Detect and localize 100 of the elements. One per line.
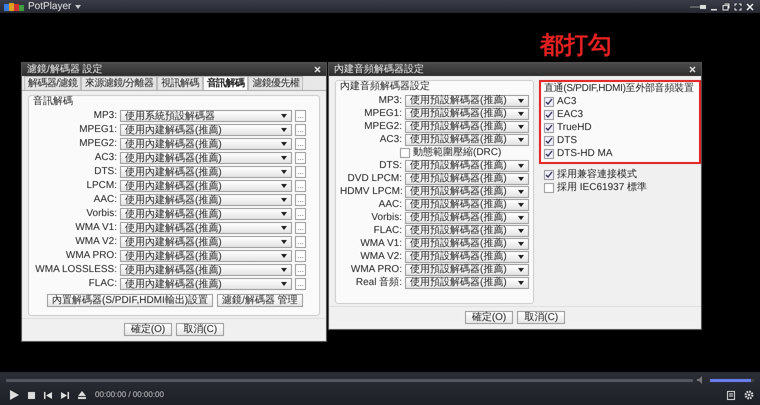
- field-label: MP3:: [92, 110, 117, 122]
- checkbox[interactable]: [544, 122, 554, 132]
- caret-icon: [281, 198, 287, 202]
- more-button[interactable]: ...: [295, 110, 306, 122]
- caret-icon: [281, 156, 287, 160]
- app-menu-title[interactable]: PotPlayer: [28, 0, 72, 12]
- dropdown[interactable]: 使用內建解碼器(推薦): [120, 180, 292, 192]
- tab[interactable]: 音訊解碼: [202, 76, 248, 90]
- next-icon[interactable]: [61, 392, 69, 398]
- dialog-button[interactable]: 確定(O): [124, 323, 172, 336]
- checkbox[interactable]: [544, 96, 554, 106]
- dropdown[interactable]: 使用預設解碼器(推薦): [405, 224, 529, 236]
- dropdown[interactable]: 使用預設解碼器(推薦): [405, 160, 529, 172]
- caret-icon: [281, 282, 287, 286]
- caret-icon: [281, 212, 287, 216]
- field-label: WMA V1:: [359, 238, 402, 250]
- checkbox[interactable]: [400, 148, 410, 158]
- close-icon[interactable]: [689, 66, 696, 73]
- tab[interactable]: 濾鏡優先權: [248, 76, 304, 90]
- more-button[interactable]: ...: [295, 124, 306, 136]
- checkbox[interactable]: [544, 148, 554, 158]
- checkbox-label: 動態範圍壓縮(DRC): [413, 146, 502, 158]
- close-icon[interactable]: [746, 2, 754, 10]
- dropdown[interactable]: 使用預設解碼器(推薦): [405, 250, 529, 262]
- dropdown[interactable]: 使用預設解碼器(推薦): [405, 172, 529, 184]
- dropdown[interactable]: 使用內建解碼器(推薦): [120, 124, 292, 136]
- playlist-icon[interactable]: [727, 390, 735, 400]
- field-label: WMA V1:: [74, 222, 117, 234]
- field-label: Real 音頻:: [354, 276, 402, 288]
- more-button[interactable]: ...: [295, 236, 306, 248]
- dropdown[interactable]: 使用內建解碼器(推薦): [120, 236, 292, 248]
- field-label: Vorbis:: [85, 208, 117, 220]
- more-button[interactable]: ...: [295, 278, 306, 290]
- checkbox-label: 採用兼容連接模式: [557, 168, 637, 180]
- settings-icon[interactable]: [744, 390, 754, 400]
- previous-icon[interactable]: [44, 392, 52, 398]
- group-title: 音訊解碼: [33, 96, 74, 108]
- dropdown[interactable]: 使用系統預設解碼器: [120, 110, 292, 122]
- more-button[interactable]: ...: [295, 152, 306, 164]
- dropdown[interactable]: 使用預設解碼器(推薦): [405, 238, 529, 250]
- field-label: FLAC:: [88, 278, 117, 290]
- caret-icon: [518, 176, 524, 180]
- checkbox[interactable]: [544, 110, 554, 120]
- fullscreen-icon[interactable]: [734, 2, 742, 10]
- tab[interactable]: 來源濾鏡/分離器: [81, 76, 158, 90]
- checkbox-label: EAC3: [557, 108, 584, 120]
- dropdown[interactable]: 使用內建解碼器(推薦): [120, 264, 292, 276]
- dropdown[interactable]: 使用內建解碼器(推薦): [120, 222, 292, 234]
- checkbox-label: DTS: [557, 134, 577, 146]
- dropdown[interactable]: 使用預設解碼器(推薦): [405, 264, 529, 276]
- more-button[interactable]: ...: [295, 250, 306, 262]
- tab[interactable]: 視訊解碼: [157, 76, 203, 90]
- dropdown[interactable]: 使用預設解碼器(推薦): [405, 120, 529, 132]
- field-label: DVD LPCM:: [346, 172, 402, 184]
- play-icon[interactable]: [10, 390, 19, 400]
- dropdown[interactable]: 使用預設解碼器(推薦): [405, 212, 529, 224]
- dropdown[interactable]: 使用內建解碼器(推薦): [120, 138, 292, 150]
- tab[interactable]: 解碼器/濾鏡: [24, 76, 82, 90]
- close-icon[interactable]: [314, 66, 321, 73]
- stop-icon[interactable]: [28, 392, 35, 398]
- caret-icon: [518, 280, 524, 284]
- settings-button[interactable]: 內置解碼器(S/PDIF,HDMI輸出)設置: [47, 294, 214, 307]
- dropdown[interactable]: 使用內建解碼器(推薦): [120, 166, 292, 178]
- caret-icon: [518, 164, 524, 168]
- more-button[interactable]: ...: [295, 180, 306, 192]
- dropdown[interactable]: 使用預設解碼器(推薦): [405, 186, 529, 198]
- group-title: 內建音頻解碼器設定: [340, 81, 431, 93]
- more-button[interactable]: ...: [295, 166, 306, 178]
- restore-icon[interactable]: [722, 2, 730, 10]
- settings-button[interactable]: 濾鏡/解碼器 管理: [217, 294, 303, 307]
- dropdown[interactable]: 使用預設解碼器(推薦): [405, 108, 529, 120]
- dropdown[interactable]: 使用內建解碼器(推薦): [120, 152, 292, 164]
- caret-icon: [518, 202, 524, 206]
- dropdown[interactable]: 使用預設解碼器(推薦): [405, 198, 529, 210]
- more-button[interactable]: ...: [295, 194, 306, 206]
- dropdown[interactable]: 使用內建解碼器(推薦): [120, 250, 292, 262]
- caret-icon: [518, 190, 524, 194]
- more-button[interactable]: ...: [295, 138, 306, 150]
- dropdown[interactable]: 使用內建解碼器(推薦): [120, 194, 292, 206]
- dialog-button[interactable]: 取消(C): [176, 323, 224, 336]
- dropdown[interactable]: 使用預設解碼器(推薦): [405, 276, 529, 288]
- caret-icon: [518, 112, 524, 116]
- more-button[interactable]: ...: [295, 264, 306, 276]
- eject-icon[interactable]: [78, 391, 86, 399]
- dialog-button[interactable]: 取消(C): [517, 311, 566, 324]
- field-label: MPEG1:: [363, 108, 402, 120]
- dropdown[interactable]: 使用內建解碼器(推薦): [120, 208, 292, 220]
- checkbox[interactable]: [544, 170, 554, 180]
- dropdown[interactable]: 使用內建解碼器(推薦): [120, 278, 292, 290]
- caret-icon: [281, 226, 287, 230]
- dialog-button[interactable]: 確定(O): [464, 311, 514, 324]
- caret-icon[interactable]: [75, 4, 82, 8]
- checkbox-label: DTS-HD MA: [557, 148, 613, 160]
- more-button[interactable]: ...: [295, 222, 306, 234]
- field-label: AC3:: [94, 152, 117, 164]
- checkbox[interactable]: [544, 182, 554, 192]
- more-button[interactable]: ...: [295, 208, 306, 220]
- dropdown[interactable]: 使用預設解碼器(推薦): [405, 134, 529, 146]
- checkbox[interactable]: [544, 136, 554, 146]
- dropdown[interactable]: 使用預設解碼器(推薦): [405, 94, 529, 106]
